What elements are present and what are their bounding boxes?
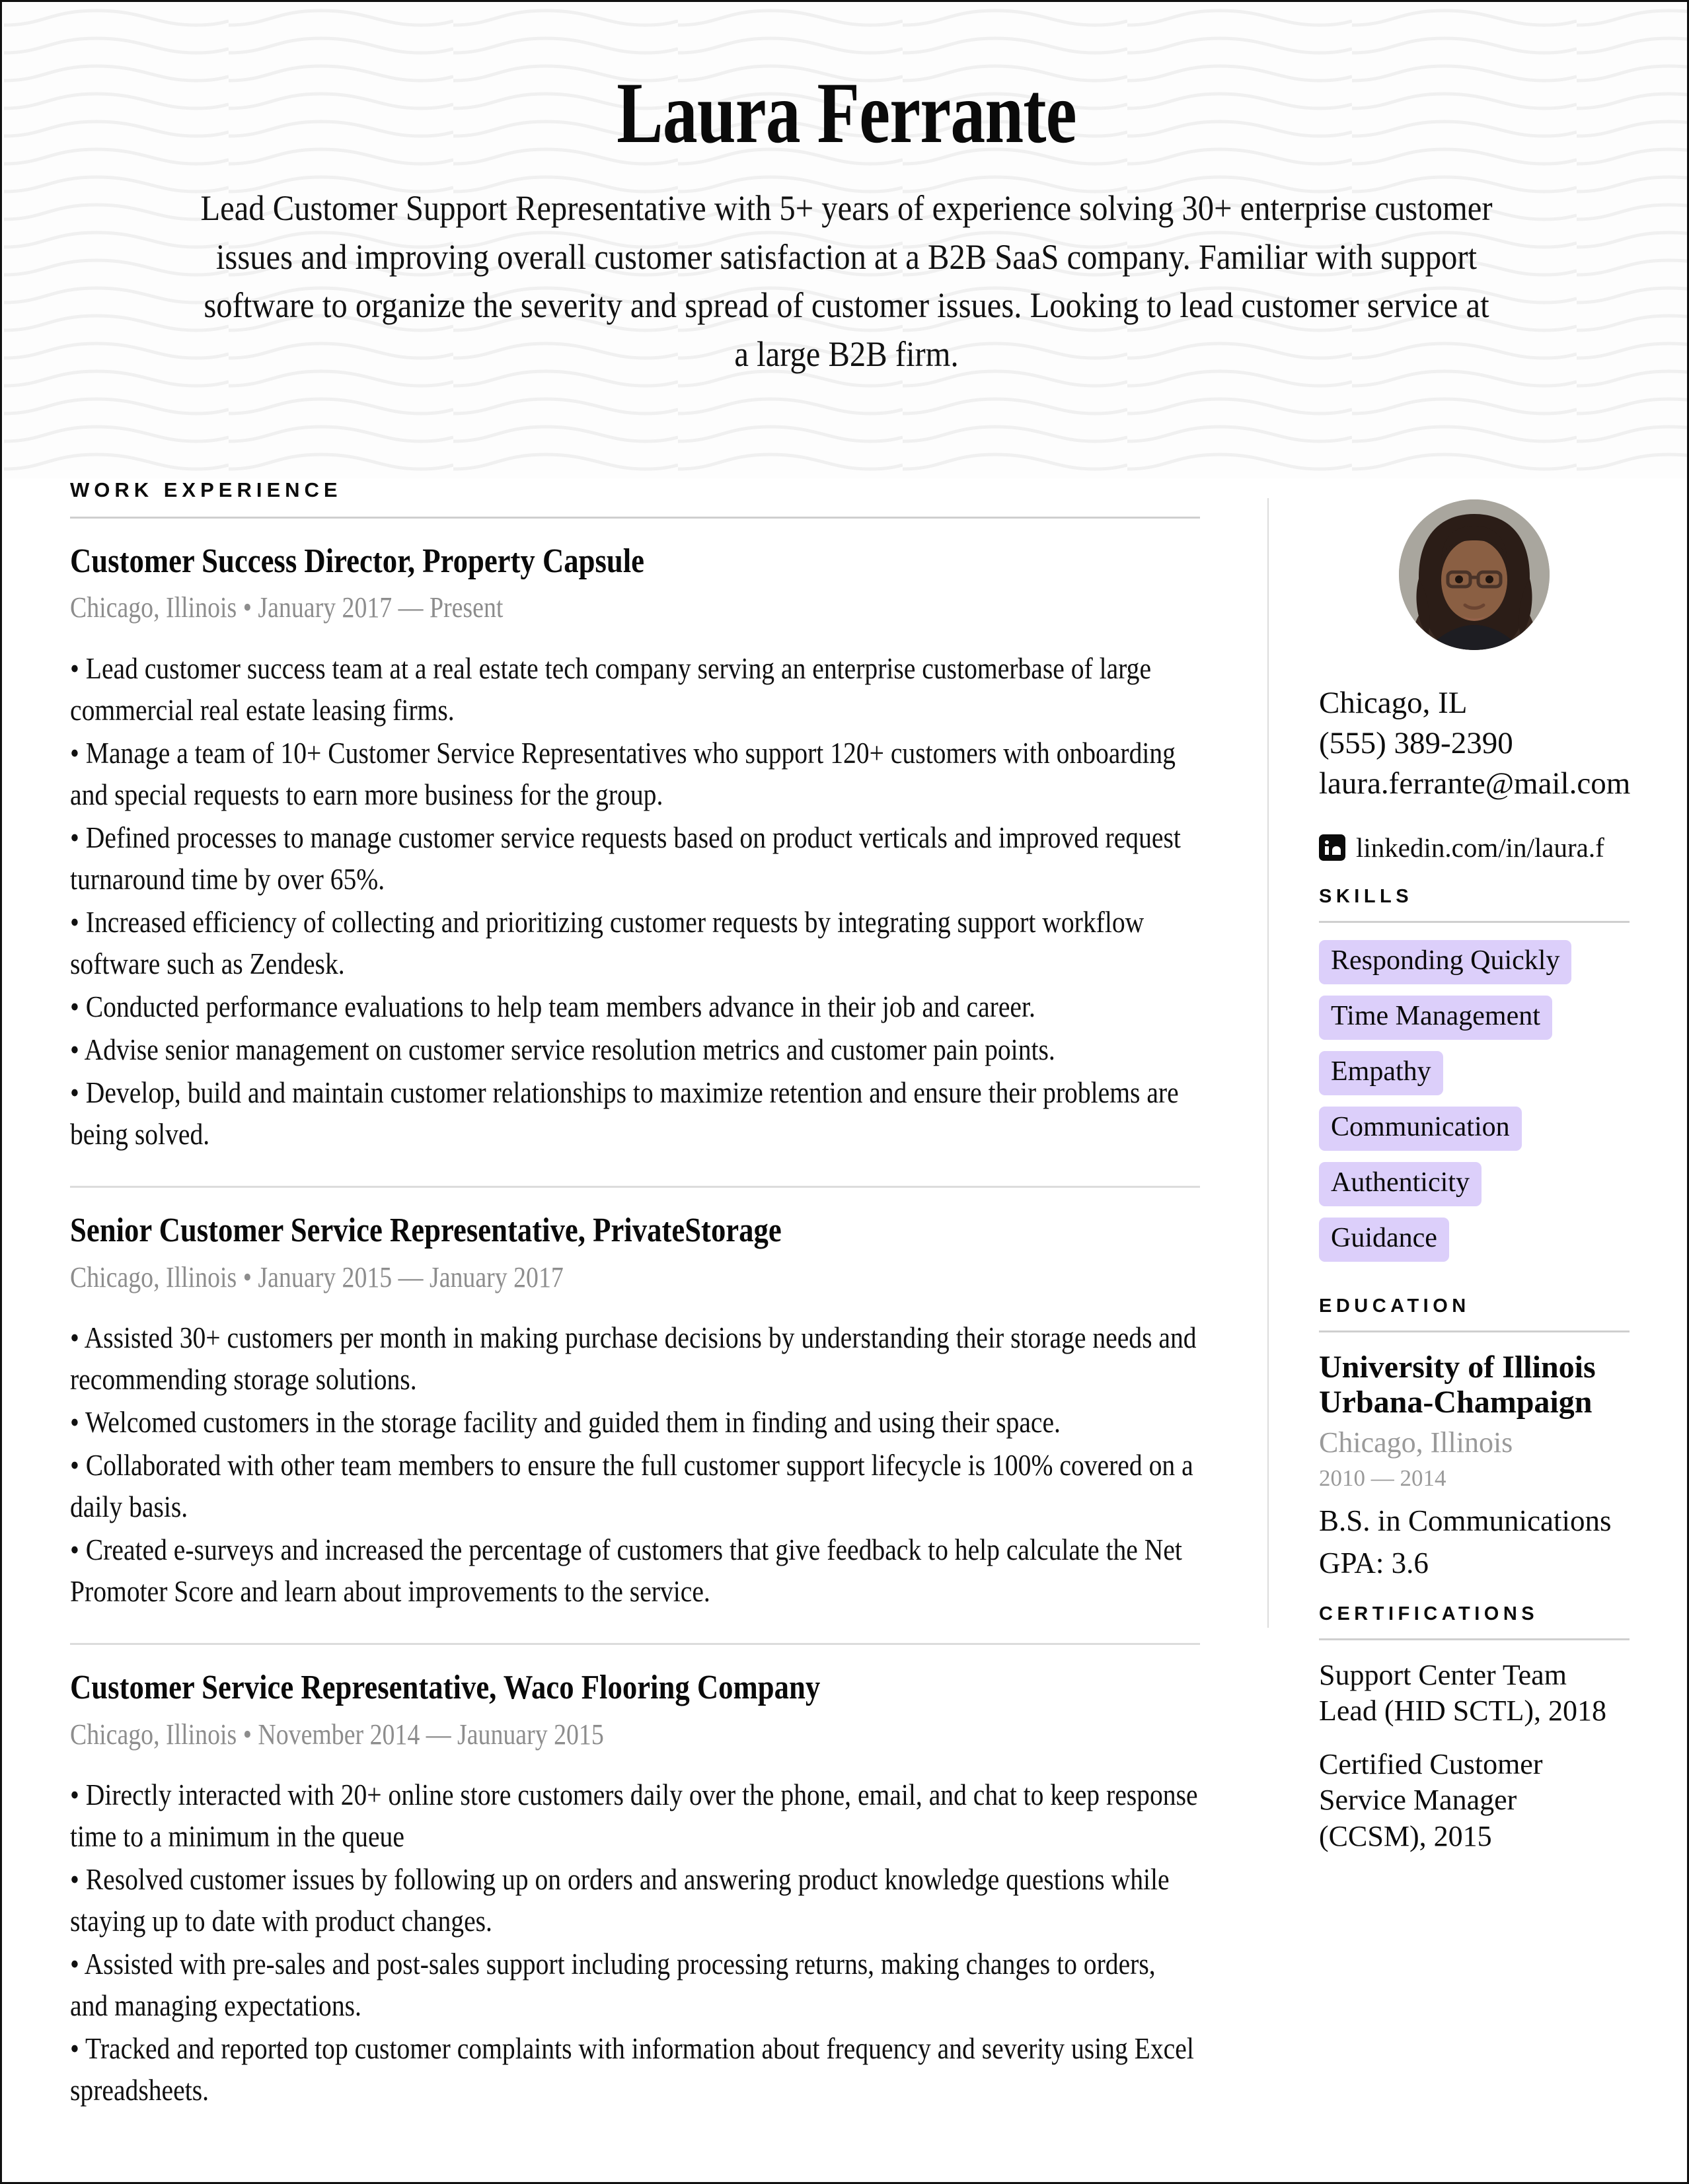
skill-pill: Authenticity [1319,1161,1482,1206]
linkedin-row[interactable]: linkedin.com/in/laura.f [1319,832,1630,863]
skills-label: SKILLS [1319,886,1413,908]
education-label: EDUCATION [1319,1295,1470,1317]
education-school: University of Illinois Urbana-Champaign [1319,1349,1596,1420]
job-bullet-list: • Directly interacted with 20+ online st… [70,1774,1200,2111]
contact-phone[interactable]: (555) 389-2390 [1319,723,1630,764]
certifications-section: CERTIFICATIONS Support Center Team Lead … [1319,1603,1630,1855]
certification-item: Support Center Team Lead (HID SCTL), 201… [1319,1658,1607,1728]
skill-pill: Time Management [1319,996,1552,1040]
job-bullet: • Created e-surveys and increased the pe… [70,1533,1182,1609]
header-band: Laura Ferrante Lead Customer Support Rep… [4,4,1687,478]
education-gpa: GPA: 3.6 [1319,1546,1429,1580]
skill-pill: Responding Quickly [1319,940,1572,985]
job-bullet: • Conducted performance evaluations to h… [70,990,1035,1024]
job-bullet: • Develop, build and maintain customer r… [70,1076,1179,1151]
job-title: Customer Success Director, Property Caps… [70,542,645,580]
job-title: Customer Service Representative, Waco Fl… [70,1669,821,1707]
job-bullet: • Welcomed customers in the storage faci… [70,1406,1061,1439]
job-bullet-list: • Assisted 30+ customers per month in ma… [70,1317,1200,1613]
skill-pill: Empathy [1319,1051,1443,1095]
certification-list: Support Center Team Lead (HID SCTL), 201… [1319,1657,1630,1855]
resume-page: Laura Ferrante Lead Customer Support Rep… [0,0,1689,2184]
resume-body: WORK EXPERIENCE Customer Success Directo… [4,478,1687,2182]
job-bullet: • Increased efficiency of collecting and… [70,906,1145,981]
job-bullet: • Advise senior management on customer s… [70,1033,1055,1067]
job-bullet: • Tracked and reported top customer comp… [70,2032,1194,2107]
certifications-rule [1319,1638,1630,1640]
education-rule [1319,1330,1630,1332]
contact-location: Chicago, IL [1319,686,1468,720]
job-meta: Chicago, Illinois • January 2015 — Janua… [70,1260,564,1293]
job-meta: Chicago, Illinois • January 2017 — Prese… [70,591,504,624]
column-divider [1267,498,1269,1628]
work-experience-column: WORK EXPERIENCE Customer Success Directo… [70,478,1200,2113]
skills-rule [1319,921,1630,924]
job-bullet: • Assisted 30+ customers per month in ma… [70,1321,1197,1397]
work-experience-label: WORK EXPERIENCE [70,478,342,501]
job-entry: Customer Service Representative, Waco Fl… [70,1645,1200,2111]
job-bullet: • Assisted with pre-sales and post-sales… [70,1947,1156,2023]
job-bullet: • Defined processes to manage customer s… [70,821,1181,896]
linkedin-icon [1319,834,1345,861]
job-bullet: • Collaborated with other team members t… [70,1449,1193,1524]
certification-item: Certified Customer Service Manager (CCSM… [1319,1747,1543,1853]
education-section: EDUCATION University of Illinois Urbana-… [1319,1295,1630,1581]
sidebar-column: Chicago, IL (555) 389-2390 laura.ferrant… [1319,478,1630,1855]
skill-pill: Communication [1319,1106,1522,1151]
job-bullet: • Manage a team of 10+ Customer Service … [70,737,1176,812]
job-bullet: • Resolved customer issues by following … [70,1863,1170,1938]
education-years: 2010 — 2014 [1319,1465,1446,1491]
skill-pill: Guidance [1319,1217,1449,1262]
job-entry: Customer Success Director, Property Caps… [70,519,1200,1188]
avatar [1399,499,1550,650]
page-title: Laura Ferrante [617,64,1076,161]
certifications-label: CERTIFICATIONS [1319,1603,1539,1624]
job-entry: Senior Customer Service Representative, … [70,1188,1200,1646]
job-meta: Chicago, Illinois • November 2014 — Jaun… [70,1718,604,1751]
job-list: Customer Success Director, Property Caps… [70,519,1200,2111]
skills-pill-list: Responding Quickly Time Management Empathy… [1319,940,1630,1272]
education-location: Chicago, Illinois [1319,1426,1513,1459]
linkedin-url[interactable]: linkedin.com/in/laura.f [1356,832,1604,863]
job-title: Senior Customer Service Representative, … [70,1212,782,1250]
contact-block: Chicago, IL (555) 389-2390 laura.ferrant… [1319,683,1630,804]
contact-email[interactable]: laura.ferrante@mail.com [1319,764,1630,804]
skills-section: SKILLS Responding Quickly Time Management… [1319,886,1630,1272]
education-degree: B.S. in Communications [1319,1504,1612,1537]
job-bullet-list: • Lead customer success team at a real e… [70,648,1200,1155]
job-bullet: • Directly interacted with 20+ online st… [70,1778,1198,1854]
professional-summary: Lead Customer Support Representative wit… [200,188,1493,374]
job-bullet: • Lead customer success team at a real e… [70,652,1152,727]
